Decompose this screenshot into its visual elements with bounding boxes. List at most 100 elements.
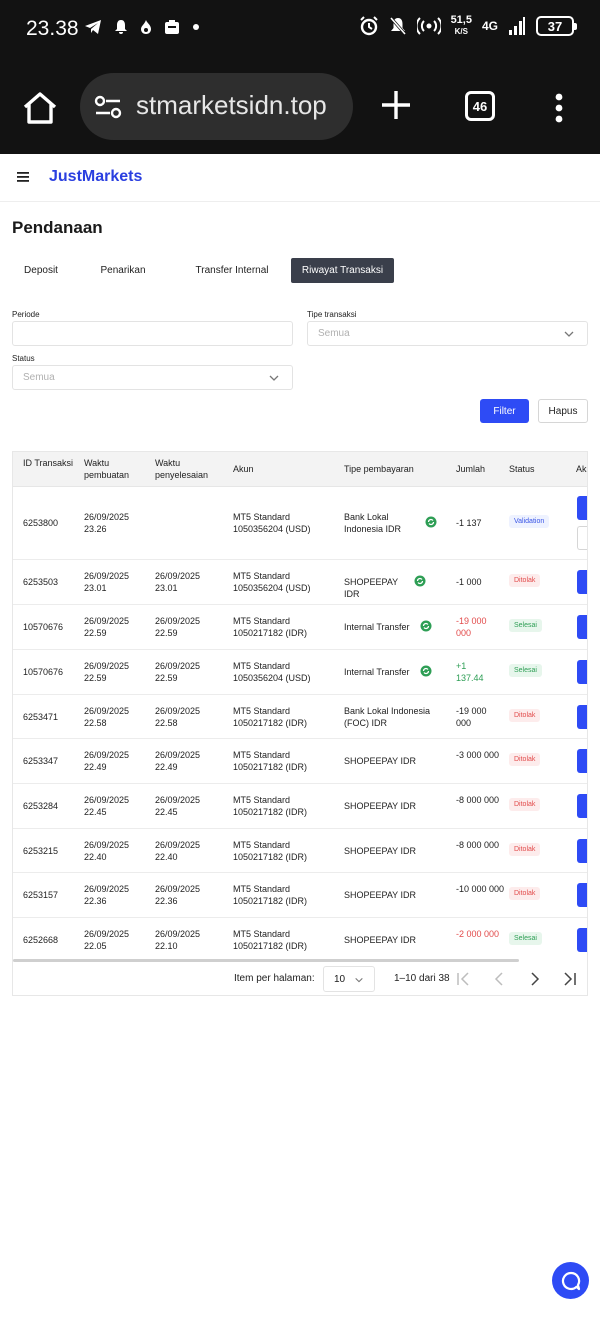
tab-label: Transfer Internal (195, 265, 269, 276)
app-header: JustMarkets (0, 154, 600, 202)
table-row: 6253471 26/09/2025 22.58 26/09/2025 22.5… (13, 695, 587, 739)
new-tab-icon[interactable] (380, 89, 412, 121)
cell-amount: -1 000 (456, 577, 482, 587)
tab-switcher-button[interactable]: 46 (465, 91, 495, 121)
app-notification-icon (165, 20, 179, 34)
transactions-table: ID Transaksi Waktu pembuatan Waktu penye… (12, 451, 588, 996)
per-page-select[interactable]: 10 (323, 966, 375, 992)
previous-page-icon[interactable] (491, 970, 507, 988)
chat-support-button[interactable] (552, 1262, 589, 1299)
cell-payment: SHOPEEPAY IDR (344, 577, 399, 599)
status-bar: 23.38 51,5 K/S 4G 37 (0, 0, 600, 60)
status-badge: Ditolak (509, 574, 541, 587)
cell-id: 6253503 (23, 577, 59, 587)
action-button[interactable] (577, 794, 587, 818)
cell-id: 10570676 (23, 667, 64, 677)
pagination: Item per halaman: 10 1–10 dari 38 (13, 964, 587, 995)
site-settings-icon[interactable] (94, 95, 122, 119)
periode-input[interactable] (12, 321, 293, 346)
action-button[interactable] (577, 496, 587, 520)
cell-amount: -10 000 000 (456, 884, 505, 894)
status-value: Semua (23, 372, 55, 383)
justmarkets-logo[interactable]: JustMarkets (49, 168, 142, 186)
next-page-icon[interactable] (527, 970, 543, 988)
header-account: Akun (233, 464, 254, 474)
header-status: Status (509, 464, 535, 474)
cell-id: 6252668 (23, 935, 59, 945)
status-badge: Ditolak (509, 709, 541, 722)
status-select[interactable]: Semua (12, 365, 293, 390)
hamburger-menu-icon[interactable] (17, 171, 31, 183)
action-button[interactable] (577, 928, 587, 952)
cell-account: MT5 Standard 1050217182 (IDR) (233, 750, 308, 772)
tab-riwayat-transaksi[interactable]: Riwayat Transaksi (291, 258, 394, 283)
cell-amount: +1 137.44 (456, 661, 484, 683)
action-button[interactable] (577, 570, 587, 594)
action-button[interactable] (577, 615, 587, 639)
cell-id: 6253157 (23, 890, 59, 900)
status-time: 23.38 (26, 17, 79, 40)
action-button[interactable] (577, 660, 587, 684)
status-right-icons: 51,5 K/S 4G 37 (359, 14, 577, 37)
cell-created: 26/09/2025 22.45 (84, 795, 130, 817)
action-button[interactable] (577, 883, 587, 907)
cell-amount: -19 000 000 (456, 706, 487, 728)
status-badge: Selesai (509, 619, 542, 632)
cell-created: 26/09/2025 22.59 (84, 616, 130, 638)
cell-amount: -19 000 000 (456, 616, 487, 638)
table-row: 10570676 26/09/2025 22.59 26/09/2025 22.… (13, 605, 587, 650)
net-speed-value: 51,5 (450, 14, 472, 26)
cell-account: MT5 Standard 1050356204 (USD) (233, 512, 311, 534)
cell-created: 26/09/2025 22.40 (84, 840, 130, 862)
table-row: 10570676 26/09/2025 22.59 26/09/2025 22.… (13, 650, 587, 695)
network-type: 4G (481, 19, 498, 33)
first-page-icon[interactable] (455, 970, 471, 988)
flame-icon (141, 20, 151, 34)
filter-button[interactable]: Filter (480, 399, 529, 423)
clear-button[interactable]: Hapus (538, 399, 588, 423)
url-text[interactable]: stmarketsidn.top (136, 90, 327, 121)
last-page-icon[interactable] (562, 970, 578, 988)
action-button[interactable] (577, 839, 587, 863)
cell-account: MT5 Standard 1050217182 (IDR) (233, 840, 308, 862)
more-vert-icon[interactable] (553, 93, 565, 123)
table-row: 6253347 26/09/2025 22.49 26/09/2025 22.4… (13, 739, 587, 784)
tab-label: Penarikan (100, 265, 146, 276)
page-range: 1–10 dari 38 (394, 973, 450, 984)
header-action: Ak (576, 464, 587, 474)
cell-payment: SHOPEEPAY IDR (344, 846, 417, 856)
tab-count: 46 (472, 98, 488, 114)
cell-payment: Internal Transfer (344, 667, 410, 677)
tab-deposit[interactable]: Deposit (12, 258, 70, 283)
header-completed: Waktu penyelesaian (155, 458, 209, 480)
cell-amount: -3 000 000 (456, 750, 500, 760)
cell-id: 6253800 (23, 518, 59, 528)
action-button[interactable] (577, 749, 587, 773)
tab-penarikan[interactable]: Penarikan (90, 258, 156, 283)
tab-transfer-internal[interactable]: Transfer Internal (180, 258, 284, 283)
horizontal-scrollbar[interactable] (13, 959, 519, 962)
status-left-icons (84, 19, 200, 35)
header-id: ID Transaksi (23, 458, 74, 468)
chevron-down-icon (355, 977, 363, 983)
status-badge: Validation (509, 515, 550, 528)
cell-created: 26/09/2025 23.26 (84, 512, 130, 534)
table-row: 6253215 26/09/2025 22.40 26/09/2025 22.4… (13, 829, 587, 873)
hotspot-icon (416, 17, 441, 35)
cell-completed: 26/09/2025 22.40 (155, 840, 201, 862)
action-secondary-button[interactable] (577, 526, 587, 550)
cell-account: MT5 Standard 1050217182 (IDR) (233, 616, 308, 638)
cell-created: 26/09/2025 22.58 (84, 706, 130, 728)
home-icon[interactable] (20, 88, 60, 128)
cell-amount: -8 000 000 (456, 840, 500, 850)
cell-completed: 26/09/2025 22.45 (155, 795, 201, 817)
per-page-value: 10 (334, 973, 346, 985)
tab-label: Riwayat Transaksi (301, 265, 384, 276)
cell-id: 6253347 (23, 756, 59, 766)
payment-method-icon (414, 575, 426, 587)
url-bar[interactable]: stmarketsidn.top (80, 73, 353, 140)
action-button[interactable] (577, 705, 587, 729)
tipe-transaksi-select[interactable]: Semua (307, 321, 588, 346)
table-row: 6253157 26/09/2025 22.36 26/09/2025 22.3… (13, 873, 587, 918)
cell-completed: 26/09/2025 22.36 (155, 884, 201, 906)
